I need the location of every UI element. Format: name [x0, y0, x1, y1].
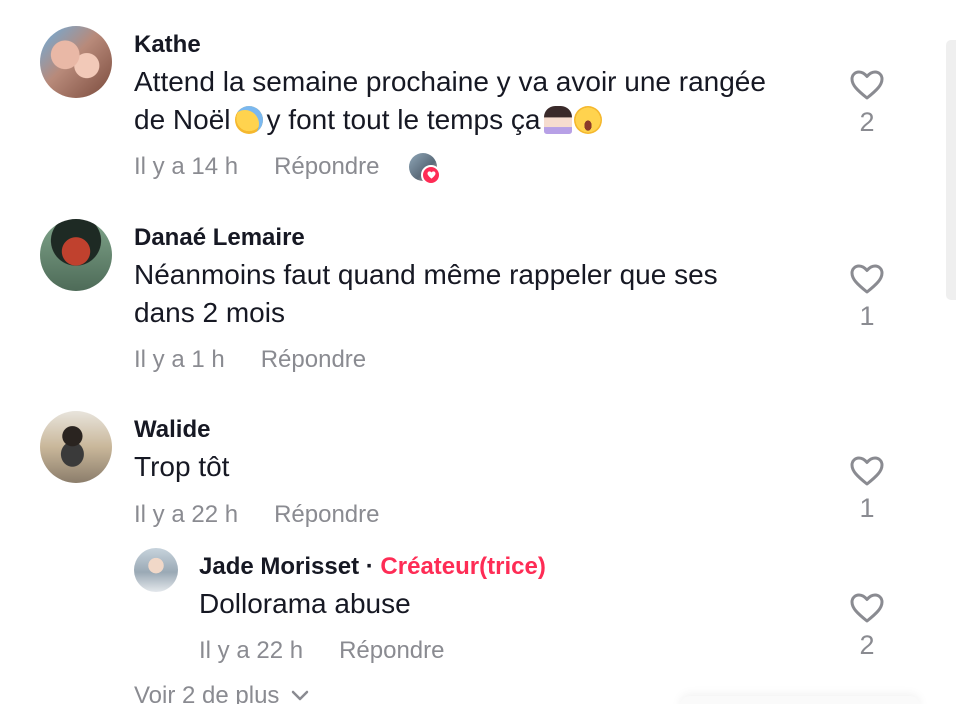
reply-username[interactable]: Jade Morisset: [199, 553, 359, 580]
like-button[interactable]: 1: [848, 456, 886, 524]
comment-meta: Il y a 14 h Répondre: [134, 152, 442, 185]
heart-outline-icon: [850, 593, 884, 623]
heart-outline-icon: [850, 70, 884, 100]
comment-text-segment: de Noël: [134, 104, 231, 135]
like-button[interactable]: 1: [848, 264, 886, 332]
comment-input-edge: [680, 696, 920, 704]
reply-text: Dollorama abuse: [199, 588, 411, 619]
view-more-label: Voir 2 de plus: [134, 682, 280, 704]
reply-button[interactable]: Répondre: [274, 152, 379, 182]
like-count: 1: [859, 301, 875, 331]
facepalm-emoji-icon: [544, 106, 573, 134]
comment-time: Il y a 22 h: [134, 501, 239, 528]
like-count: 2: [859, 630, 875, 660]
comment-meta: Il y a 22 h Répondre: [134, 500, 379, 530]
reply-button[interactable]: Répondre: [274, 500, 379, 530]
sweat-emoji-icon: [234, 106, 263, 134]
like-button[interactable]: 2: [848, 593, 886, 661]
heart-outline-icon: [850, 264, 884, 294]
comment-text-line: de Noël y font tout le temps ça: [134, 101, 824, 139]
like-button[interactable]: 2: [848, 70, 886, 138]
comment-username[interactable]: Walide: [134, 415, 210, 445]
comment-text: Trop tôt: [134, 448, 824, 486]
like-count: 1: [859, 493, 875, 523]
like-count: 2: [859, 107, 875, 137]
separator: ·: [365, 553, 374, 580]
laugh-cry-emoji-icon: [574, 106, 603, 134]
reply-button[interactable]: Répondre: [261, 345, 366, 375]
heart-badge-icon: [421, 165, 442, 185]
avatar[interactable]: [40, 411, 112, 483]
avatar[interactable]: [40, 219, 112, 291]
comment-text-line: dans 2 mois: [134, 297, 285, 328]
reply-meta: Il y a 22 h Répondre: [199, 636, 444, 666]
reply-button[interactable]: Répondre: [339, 636, 444, 666]
comment-text-line: Néanmoins faut quand même rappeler que s…: [134, 259, 718, 290]
heart-outline-icon: [850, 456, 884, 486]
comment-text-line: Trop tôt: [134, 451, 230, 482]
comment-text: Néanmoins faut quand même rappeler que s…: [134, 256, 824, 332]
chevron-down-icon: [292, 690, 309, 701]
creator-liked-badge: [409, 153, 442, 185]
comment-text-line: Attend la semaine prochaine y va avoir u…: [134, 66, 766, 97]
comment-text-segment: y font tout le temps ça: [266, 104, 541, 135]
comment-text: Attend la semaine prochaine y va avoir u…: [134, 63, 824, 139]
avatar[interactable]: [134, 548, 178, 592]
comments-panel: Kathe Attend la semaine prochaine y va a…: [0, 0, 956, 704]
view-more-replies-button[interactable]: Voir 2 de plus: [134, 682, 309, 704]
comment-meta: Il y a 1 h Répondre: [134, 345, 366, 375]
comment-username[interactable]: Danaé Lemaire: [134, 223, 305, 253]
creator-label: Créateur(trice): [380, 553, 546, 580]
reply-time: Il y a 22 h: [199, 637, 304, 664]
scrollbar[interactable]: [946, 40, 956, 300]
reply-username-row: Jade Morisset · Créateur(trice): [199, 552, 546, 582]
comment-time: Il y a 14 h: [134, 153, 239, 180]
comment-time: Il y a 1 h: [134, 346, 225, 373]
comment-username[interactable]: Kathe: [134, 30, 201, 60]
avatar[interactable]: [40, 26, 112, 98]
